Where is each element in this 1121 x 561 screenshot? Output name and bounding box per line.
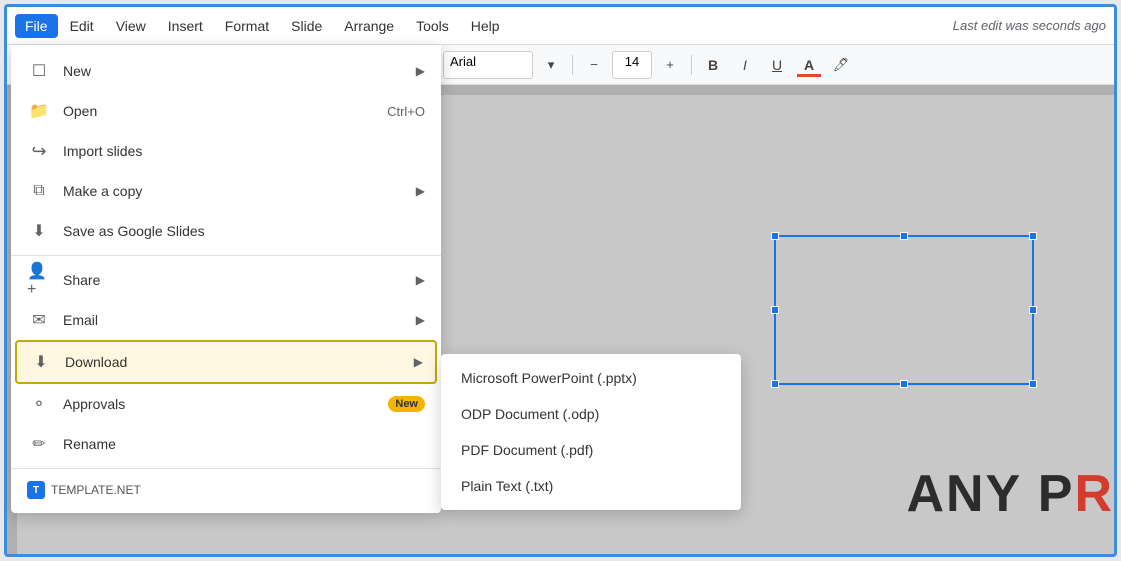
menu-tools[interactable]: Tools — [406, 14, 459, 38]
email-arrow-icon: ▶ — [416, 313, 425, 327]
highlight-button[interactable]: 🖊 — [827, 51, 855, 79]
menu-slide[interactable]: Slide — [281, 14, 332, 38]
company-text-dark: ANY P — [906, 464, 1074, 524]
submenu-pptx[interactable]: Microsoft PowerPoint (.pptx) — [441, 360, 741, 396]
menu-file[interactable]: File — [15, 14, 58, 38]
menu-item-copy-label: Make a copy — [63, 183, 416, 199]
menu-item-approvals-label: Approvals — [63, 396, 388, 412]
new-badge: New — [388, 396, 425, 412]
menu-item-email[interactable]: ✉ Email ▶ — [11, 300, 441, 340]
email-icon: ✉ — [27, 308, 51, 332]
menu-view[interactable]: View — [106, 14, 156, 38]
download-icon: ⬇ — [29, 350, 53, 374]
handle-bm[interactable] — [900, 380, 908, 388]
handle-tr[interactable] — [1029, 232, 1037, 240]
import-icon: ↪ — [27, 139, 51, 163]
new-icon: ☐ — [27, 59, 51, 83]
menu-bar: File Edit View Insert Format Slide Arran… — [7, 7, 1114, 45]
handle-tl[interactable] — [771, 232, 779, 240]
approvals-icon: ⚬ — [27, 392, 51, 416]
font-size-increase[interactable]: + — [656, 51, 684, 79]
separator-2 — [11, 468, 441, 469]
menu-item-rename-label: Rename — [63, 436, 425, 452]
open-icon: 📁 — [27, 99, 51, 123]
menu-item-new[interactable]: ☐ New ▶ — [11, 51, 441, 91]
submenu-txt[interactable]: Plain Text (.txt) — [441, 468, 741, 504]
menu-item-import[interactable]: ↪ Import slides — [11, 131, 441, 171]
download-arrow-icon: ▶ — [414, 355, 423, 369]
menu-item-download[interactable]: ⬇ Download ▶ — [15, 340, 437, 384]
bold-button[interactable]: B — [699, 51, 727, 79]
menu-item-open-label: Open — [63, 103, 387, 119]
handle-bl[interactable] — [771, 380, 779, 388]
font-color-indicator — [797, 74, 821, 77]
handle-tm[interactable] — [900, 232, 908, 240]
handle-ml[interactable] — [771, 306, 779, 314]
font-dropdown-button[interactable]: ▾ — [537, 51, 565, 79]
menu-help[interactable]: Help — [461, 14, 510, 38]
menu-item-email-label: Email — [63, 312, 416, 328]
copy-icon: ⧉ — [27, 179, 51, 203]
menu-format[interactable]: Format — [215, 14, 279, 38]
last-edit-status: Last edit was seconds ago — [953, 18, 1106, 33]
divider-6 — [691, 55, 692, 75]
rename-icon: ✏ — [27, 432, 51, 456]
menu-arrange[interactable]: Arrange — [334, 14, 404, 38]
template-name: TEMPLATE.NET — [51, 483, 141, 497]
menu-item-share[interactable]: 👤+ Share ▶ — [11, 260, 441, 300]
file-dropdown: ☐ New ▶ 📁 Open Ctrl+O ↪ Import slides ⧉ … — [11, 45, 441, 513]
company-text-red: R — [1074, 464, 1114, 524]
font-selector[interactable]: Arial — [443, 51, 533, 79]
font-size-decrease[interactable]: − — [580, 51, 608, 79]
handle-br[interactable] — [1029, 380, 1037, 388]
menu-insert[interactable]: Insert — [158, 14, 213, 38]
divider-5 — [572, 55, 573, 75]
menu-item-open[interactable]: 📁 Open Ctrl+O — [11, 91, 441, 131]
selection-box[interactable] — [774, 235, 1034, 385]
menu-item-save[interactable]: ⬇ Save as Google Slides — [11, 211, 441, 251]
menu-item-new-label: New — [63, 63, 416, 79]
separator-1 — [11, 255, 441, 256]
menu-item-download-label: Download — [65, 354, 414, 370]
italic-button[interactable]: I — [731, 51, 759, 79]
share-icon: 👤+ — [27, 268, 51, 292]
share-arrow-icon: ▶ — [416, 273, 425, 287]
copy-arrow-icon: ▶ — [416, 184, 425, 198]
new-arrow-icon: ▶ — [416, 64, 425, 78]
save-icon: ⬇ — [27, 219, 51, 243]
menu-item-approvals[interactable]: ⚬ Approvals New — [11, 384, 441, 424]
template-logo: T — [27, 481, 45, 499]
font-color-button[interactable]: A — [795, 51, 823, 79]
underline-button[interactable]: U — [763, 51, 791, 79]
font-size-input[interactable]: 14 — [612, 51, 652, 79]
menu-edit[interactable]: Edit — [60, 14, 104, 38]
download-submenu: Microsoft PowerPoint (.pptx) ODP Documen… — [441, 354, 741, 510]
submenu-odp[interactable]: ODP Document (.odp) — [441, 396, 741, 432]
menu-item-import-label: Import slides — [63, 143, 425, 159]
submenu-pdf[interactable]: PDF Document (.pdf) — [441, 432, 741, 468]
template-footer: T TEMPLATE.NET — [11, 473, 441, 507]
menu-item-share-label: Share — [63, 272, 416, 288]
handle-mr[interactable] — [1029, 306, 1037, 314]
menu-item-rename[interactable]: ✏ Rename — [11, 424, 441, 464]
menu-item-copy[interactable]: ⧉ Make a copy ▶ — [11, 171, 441, 211]
menu-item-save-label: Save as Google Slides — [63, 223, 425, 239]
open-shortcut: Ctrl+O — [387, 104, 425, 119]
